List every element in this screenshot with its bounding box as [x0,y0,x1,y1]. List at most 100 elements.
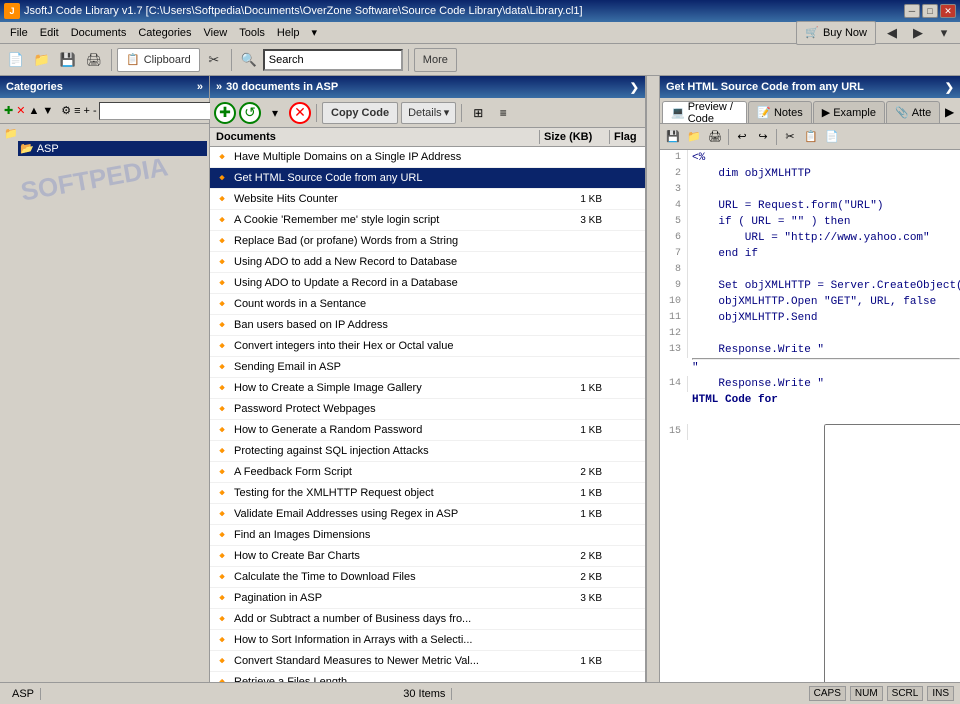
refresh-button[interactable]: ↺ [239,102,261,124]
tree-item-root[interactable]: 📁 [2,126,207,141]
delete-category-button[interactable]: ✕ [15,101,26,121]
menu-view[interactable]: View [198,25,234,41]
code-line: 9 Set objXMLHTTP = Server.CreateObject("… [660,278,960,294]
list-item[interactable]: 🔸 How to Sort Information in Arrays with… [210,630,645,651]
list-item[interactable]: 🔸 Using ADO to Update a Record in a Data… [210,273,645,294]
doc-item-name: Pagination in ASP [234,592,536,604]
clipboard-button[interactable]: 📋 Clipboard [117,48,200,72]
list-item[interactable]: 🔸 Pagination in ASP 3 KB [210,588,645,609]
more-button[interactable]: More [414,48,457,72]
line-code: objXMLHTTP.Open "GET", URL, false [692,294,960,310]
nav-back-button[interactable]: ◀ [880,21,904,45]
list-item[interactable]: 🔸 Count words in a Sentance [210,294,645,315]
list-item[interactable]: 🔸 How to Create Bar Charts 2 KB [210,546,645,567]
list-item[interactable]: 🔸 How to Generate a Random Password 1 KB [210,420,645,441]
print-button[interactable]: 🖨 [82,48,106,72]
documents-panel: » 30 documents in ASP ❯ ✚ ↺ ▾ ✕ Copy Cod… [210,76,646,682]
menu-tools[interactable]: Tools [233,25,271,41]
buy-now-button[interactable]: 🛒 Buy Now [796,21,876,45]
add-doc-button[interactable]: ✚ [214,102,236,124]
code-cut[interactable]: ✂ [780,127,800,147]
move-up-button[interactable]: ▲ [27,101,40,121]
list-item[interactable]: 🔸 Have Multiple Domains on a Single IP A… [210,147,645,168]
code-tool-2[interactable]: 📁 [684,127,704,147]
list-item[interactable]: 🔸 Calculate the Time to Download Files 2… [210,567,645,588]
categories-expand-icon[interactable]: » [197,81,203,93]
menu-help[interactable]: Help [271,25,306,41]
doc-item-icon: 🔸 [214,275,230,291]
mid-scrollbar[interactable] [646,76,660,682]
new-button[interactable]: 📄 [4,48,28,72]
code-tool-1[interactable]: 💾 [663,127,683,147]
menu-help-arrow[interactable]: ▾ [306,24,324,41]
code-paste[interactable]: 📄 [822,127,842,147]
tab-preview-code[interactable]: 💻 Preview / Code [662,101,747,123]
list-item[interactable]: 🔸 Validate Email Addresses using Regex i… [210,504,645,525]
doc-more-button[interactable]: ▾ [264,102,286,124]
list-item[interactable]: 🔸 Get HTML Source Code from any URL [210,168,645,189]
list-item[interactable]: 🔸 Convert integers into their Hex or Oct… [210,336,645,357]
code-copy[interactable]: 📋 [801,127,821,147]
main-toolbar: 📄 📁 💾 🖨 📋 Clipboard ✂ 🔍 More [0,44,960,76]
list-item[interactable]: 🔸 A Feedback Form Script 2 KB [210,462,645,483]
tree-item-asp[interactable]: 📂 ASP [18,141,207,156]
tab-atte[interactable]: 📎 Atte [886,101,940,123]
doc-item-icon: 🔸 [214,485,230,501]
list-item[interactable]: 🔸 Protecting against SQL injection Attac… [210,441,645,462]
view-toggle-button[interactable]: ⊞ [467,102,489,124]
maximize-button[interactable]: □ [922,4,938,18]
tabs-more-button[interactable]: ▶ [941,101,958,123]
status-language: ASP [6,688,41,700]
menu-file[interactable]: File [4,25,34,41]
list-item[interactable]: 🔸 Sending Email in ASP [210,357,645,378]
doc-item-name: Convert integers into their Hex or Octal… [234,340,536,352]
close-button[interactable]: ✕ [940,4,956,18]
list-item[interactable]: 🔸 Add or Subtract a number of Business d… [210,609,645,630]
menu-categories[interactable]: Categories [132,25,197,41]
open-button[interactable]: 📁 [30,48,54,72]
list-item[interactable]: 🔸 Testing for the XMLHTTP Request object… [210,483,645,504]
code-editor[interactable]: 1 <% 2 dim objXMLHTTP 3 4 URL = Request.… [660,150,960,682]
minimize-button[interactable]: ─ [904,4,920,18]
category-expand-button[interactable]: + [83,101,91,121]
code-undo[interactable]: ↩ [732,127,752,147]
save-button[interactable]: 💾 [56,48,80,72]
doc-item-name: A Cookie 'Remember me' style login scrip… [234,214,536,226]
category-settings-button[interactable]: ⚙ [60,101,72,121]
list-item[interactable]: 🔸 Using ADO to add a New Record to Datab… [210,252,645,273]
search-icon: 🔍 [237,48,261,72]
list-item[interactable]: 🔸 Find an Images Dimensions [210,525,645,546]
category-collapse-button[interactable]: - [92,101,98,121]
details-button[interactable]: Details ▾ [401,102,456,124]
search-input[interactable] [263,49,403,71]
list-item[interactable]: 🔸 Replace Bad (or profane) Words from a … [210,231,645,252]
list-item[interactable]: 🔸 A Cookie 'Remember me' style login scr… [210,210,645,231]
folder-open-icon: 📂 [20,142,34,155]
list-item[interactable]: 🔸 Password Protect Webpages [210,399,645,420]
tab-example[interactable]: ▶ Example [813,101,885,123]
delete-doc-button[interactable]: ✕ [289,102,311,124]
list-item[interactable]: 🔸 Retrieve a Files Length [210,672,645,682]
code-tool-3[interactable]: 🖨 [705,127,725,147]
move-down-button[interactable]: ▼ [41,101,54,121]
add-category-button[interactable]: ✚ [3,101,14,121]
scissors-button[interactable]: ✂ [202,48,226,72]
doc-item-icon: 🔸 [214,170,230,186]
view-list-button[interactable]: ≡ [492,102,514,124]
doc-item-icon: 🔸 [214,674,230,682]
code-panel-expand-icon[interactable]: ❯ [945,81,954,94]
code-redo[interactable]: ↪ [753,127,773,147]
category-view-button[interactable]: ≡ [73,101,81,121]
tab-notes[interactable]: 📝 Notes [748,101,811,123]
copy-code-button[interactable]: Copy Code [322,102,398,124]
list-item[interactable]: 🔸 Convert Standard Measures to Newer Met… [210,651,645,672]
menu-documents[interactable]: Documents [65,25,133,41]
documents-expand-icon[interactable]: ❯ [630,81,639,94]
list-item[interactable]: 🔸 Website Hits Counter 1 KB [210,189,645,210]
list-item[interactable]: 🔸 Ban users based on IP Address [210,315,645,336]
sep2 [231,49,232,71]
nav-dropdown-button[interactable]: ▾ [932,21,956,45]
menu-edit[interactable]: Edit [34,25,65,41]
list-item[interactable]: 🔸 How to Create a Simple Image Gallery 1… [210,378,645,399]
nav-forward-button[interactable]: ▶ [906,21,930,45]
